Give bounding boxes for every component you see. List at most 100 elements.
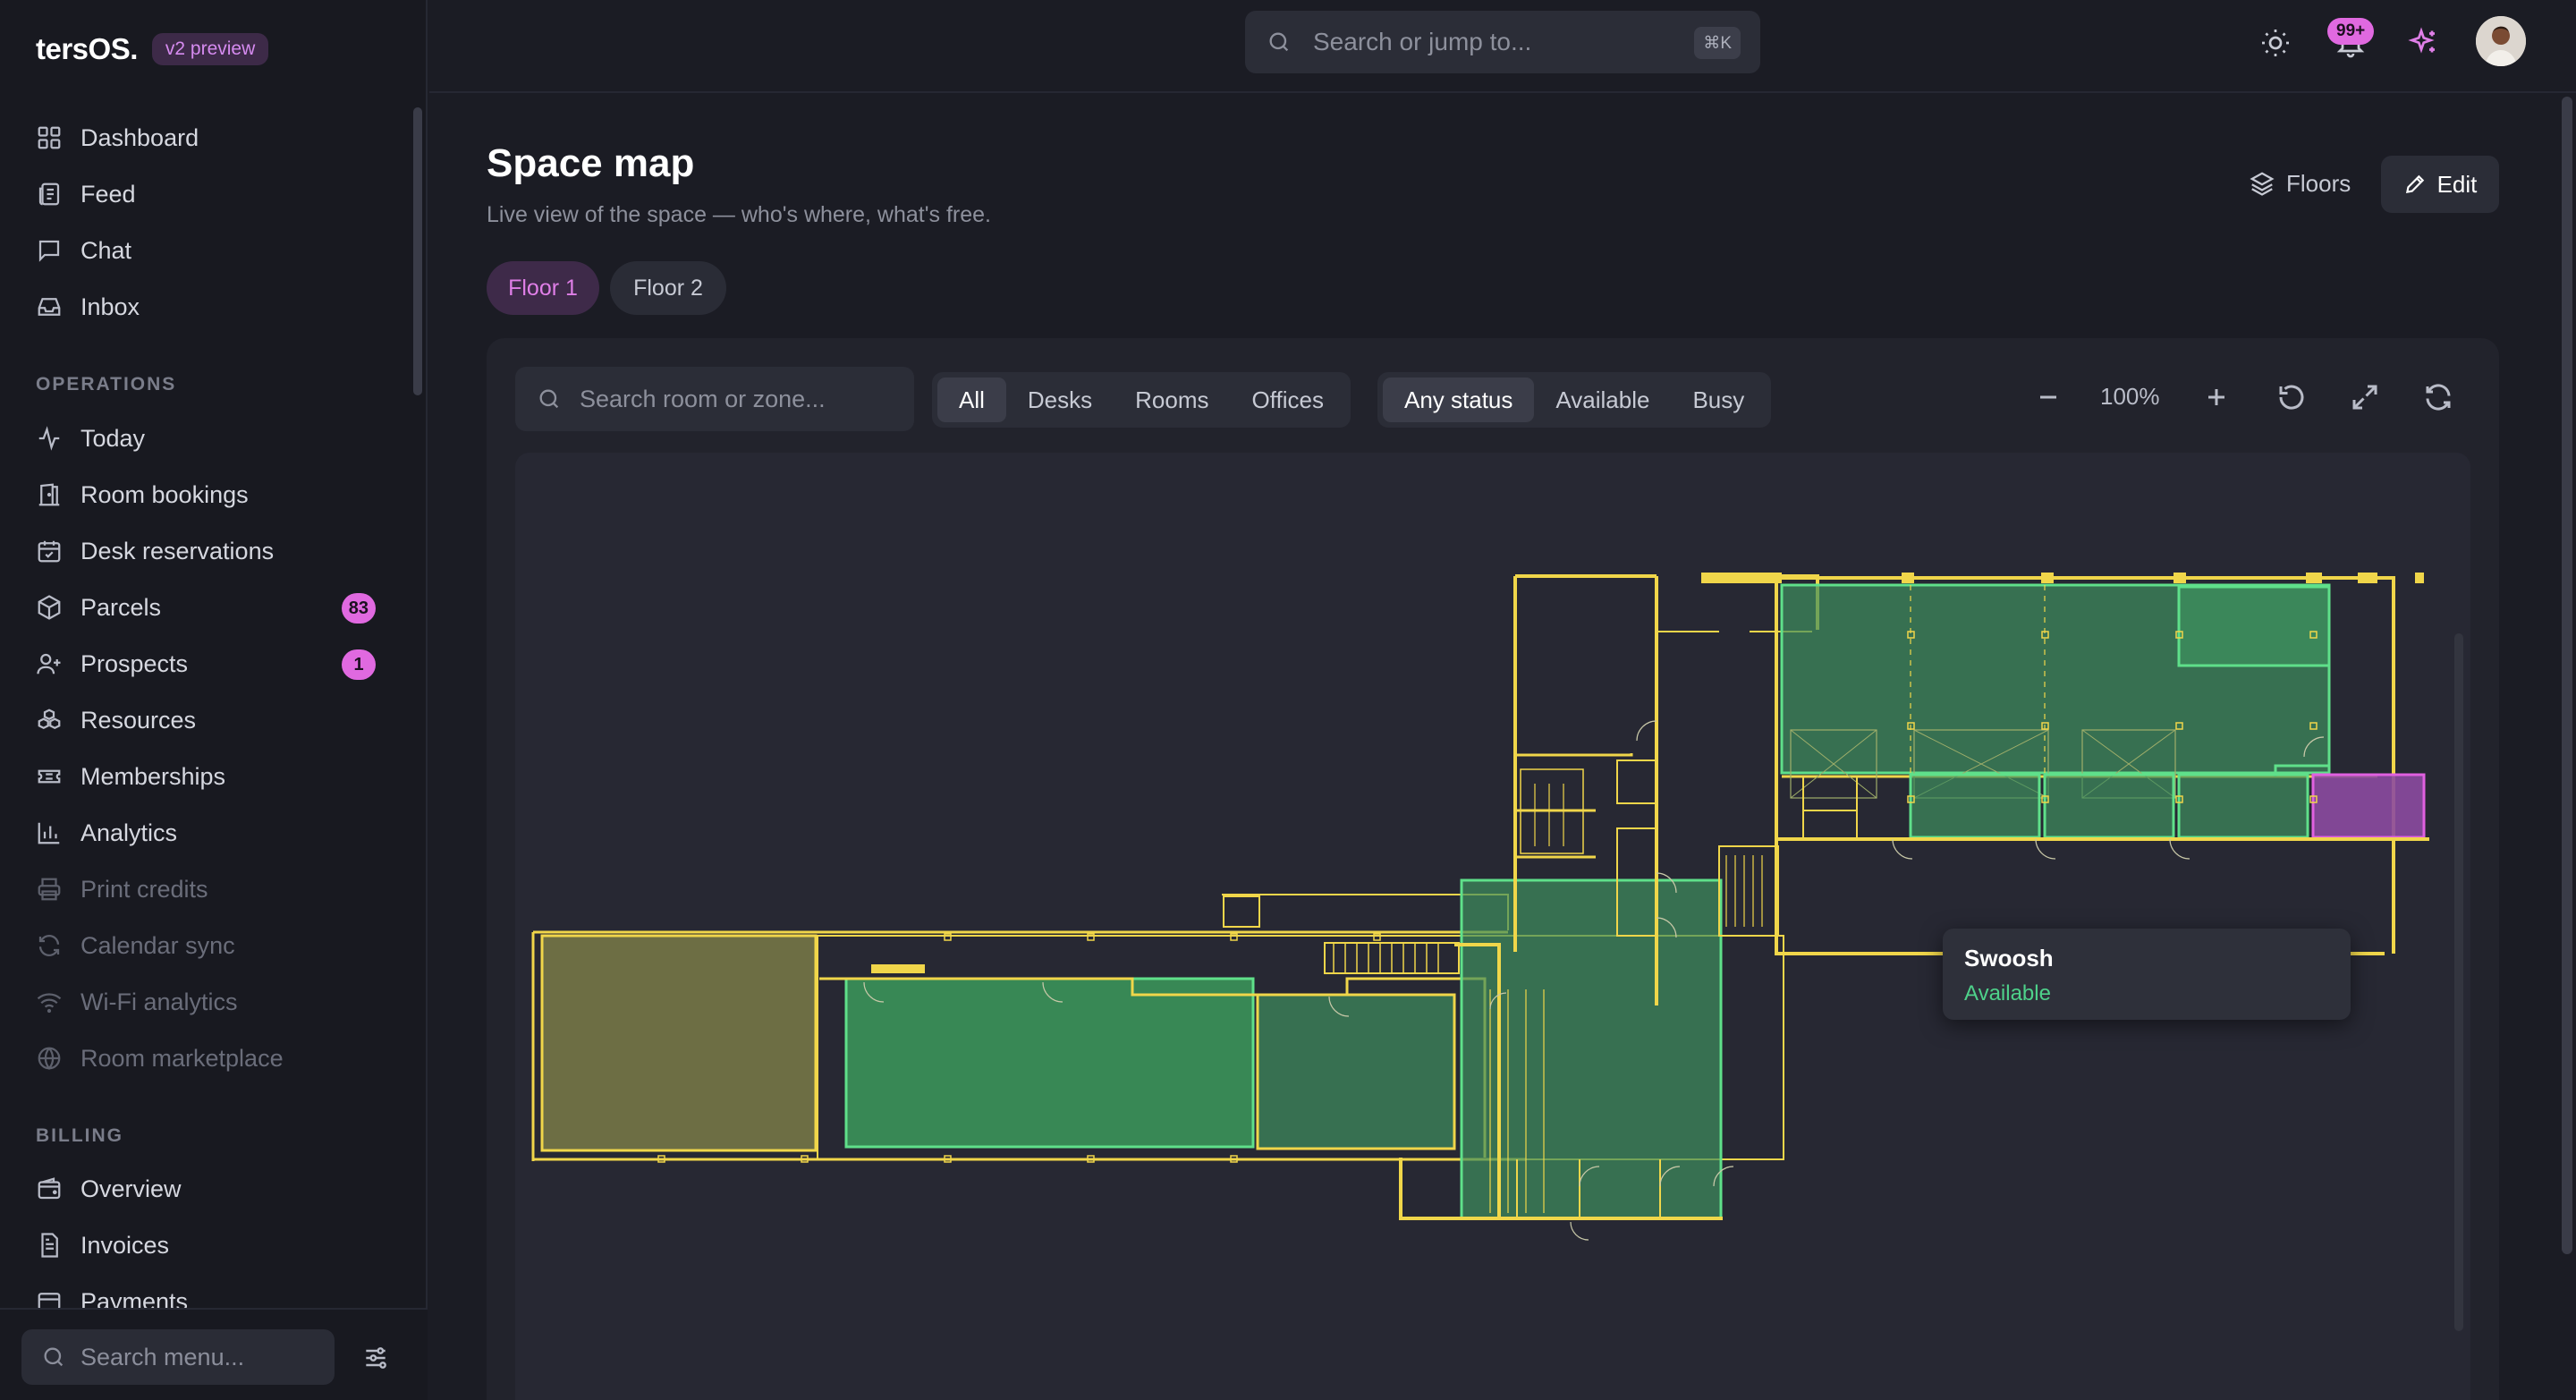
zoom-in-icon[interactable] (2200, 381, 2233, 413)
sidebar-item-chat[interactable]: Chat (36, 231, 376, 270)
room-search-placeholder: Search room or zone... (580, 385, 826, 412)
sidebar-item-label: Overview (80, 1175, 182, 1202)
sidebar-item-parcels[interactable]: Parcels 83 (36, 588, 376, 627)
sidebar-item-inbox[interactable]: Inbox (36, 287, 376, 327)
filter-available[interactable]: Available (1534, 378, 1671, 422)
sidebar: tersOS. v2 preview Dashboard Feed Chat I… (0, 0, 428, 1400)
edit-button[interactable]: Edit (2381, 156, 2499, 213)
bar-chart-icon (38, 822, 60, 844)
sidebar-item-wifi-analytics[interactable]: Wi-Fi analytics (36, 982, 376, 1022)
prospects-count-badge: 1 (342, 649, 376, 680)
filter-any-status[interactable]: Any status (1383, 378, 1535, 422)
sidebar-item-feed[interactable]: Feed (36, 174, 376, 214)
global-search-input[interactable]: Search or jump to... ⌘K (1245, 11, 1760, 73)
section-label-billing: BILLING (36, 1125, 123, 1146)
floor-tab-2[interactable]: Floor 2 (610, 261, 726, 315)
inbox-tray-icon (38, 298, 61, 316)
sidebar-item-label: Prospects (80, 649, 189, 677)
map-scrollbar[interactable] (2454, 633, 2463, 1331)
tooltip-room-name: Swoosh (1964, 945, 2054, 972)
sidebar-item-label: Resources (80, 706, 197, 734)
sidebar-item-room-bookings[interactable]: Room bookings (36, 475, 376, 514)
floor-tab-1[interactable]: Floor 1 (487, 261, 599, 315)
filter-desks[interactable]: Desks (1006, 378, 1114, 422)
chat-bubble-icon (38, 240, 60, 262)
zoom-level: 100% (2100, 383, 2160, 410)
sidebar-item-analytics[interactable]: Analytics (36, 813, 376, 853)
section-label-operations: OPERATIONS (36, 374, 177, 395)
sparkles-icon[interactable] (2408, 27, 2440, 59)
page-scrollbar[interactable] (2562, 97, 2572, 1254)
room-east-small-1[interactable] (1909, 773, 2041, 839)
tooltip-room-status: Available (1964, 981, 2051, 1005)
user-plus-icon (37, 653, 61, 675)
floors-button[interactable]: Floors (2241, 156, 2358, 211)
refresh-icon (38, 935, 60, 956)
wallet-icon (38, 1177, 61, 1200)
type-filter-group: All Desks Rooms Offices (932, 372, 1351, 428)
notifications-count-badge: 99+ (2327, 18, 2375, 45)
room-busy[interactable] (2311, 773, 2426, 839)
sidebar-item-dashboard[interactable]: Dashboard (36, 118, 376, 157)
package-icon (38, 595, 61, 620)
pencil-icon (2405, 174, 2424, 194)
room-search-input[interactable]: Search room or zone... (515, 367, 914, 431)
sidebar-item-label: Today (80, 424, 146, 452)
room-lounge[interactable] (844, 977, 1255, 1149)
sidebar-item-resources[interactable]: Resources (36, 700, 376, 740)
sidebar-item-label: Inbox (80, 293, 140, 320)
refresh-icon[interactable] (2422, 381, 2454, 413)
menu-search-input[interactable]: Search menu... (21, 1329, 335, 1385)
sidebar-item-billing-overview[interactable]: Overview (36, 1169, 376, 1209)
sidebar-item-desk-reservations[interactable]: Desk reservations (36, 531, 376, 571)
boxes-icon (38, 708, 61, 730)
room-west-reserved[interactable] (540, 934, 818, 1152)
sun-icon[interactable] (2259, 27, 2292, 59)
reset-view-icon[interactable] (2275, 381, 2308, 413)
room-east-small-2[interactable] (2043, 773, 2175, 839)
filter-all[interactable]: All (937, 378, 1006, 422)
status-filter-group: Any status Available Busy (1377, 372, 1772, 428)
layers-icon (2250, 172, 2275, 196)
room-studio[interactable] (1256, 993, 1456, 1150)
search-icon (44, 1347, 64, 1367)
door-icon (38, 483, 60, 506)
sidebar-item-label: Print credits (80, 875, 208, 903)
search-icon (539, 389, 559, 409)
sidebar-item-prospects[interactable]: Prospects 1 (36, 644, 376, 683)
filter-rooms[interactable]: Rooms (1114, 378, 1230, 422)
wifi-icon (37, 993, 62, 1014)
sidebar-item-label: Feed (80, 180, 136, 208)
filter-offices[interactable]: Offices (1231, 378, 1345, 422)
sidebar-scrollbar[interactable] (413, 107, 422, 395)
top-bar: Search or jump to... ⌘K 99+ (429, 0, 2576, 93)
sidebar-item-label: Room bookings (80, 480, 249, 508)
global-search-placeholder: Search or jump to... (1313, 28, 1532, 55)
sidebar-item-label: Room marketplace (80, 1044, 284, 1072)
sidebar-item-print-credits[interactable]: Print credits (36, 870, 376, 909)
zoom-out-icon[interactable] (2032, 381, 2064, 413)
filter-busy[interactable]: Busy (1671, 378, 1766, 422)
sidebar-item-label: Chat (80, 236, 132, 264)
sidebar-footer: Search menu... (0, 1308, 428, 1400)
sidebar-item-memberships[interactable]: Memberships (36, 757, 376, 796)
floors-button-label: Floors (2286, 169, 2351, 197)
floor-plan-canvas[interactable] (515, 453, 2470, 1400)
sidebar-item-calendar-sync[interactable]: Calendar sync (36, 926, 376, 965)
sidebar-item-label: Analytics (80, 819, 178, 846)
brand[interactable]: tersOS. v2 preview (36, 32, 269, 66)
fullscreen-icon[interactable] (2349, 381, 2381, 413)
sidebar-item-label: Desk reservations (80, 537, 275, 564)
user-avatar[interactable] (2476, 16, 2526, 66)
menu-search-placeholder: Search menu... (80, 1343, 245, 1370)
version-badge: v2 preview (151, 33, 269, 65)
page-subtitle: Live view of the space — who's where, wh… (487, 202, 991, 227)
room-east-small-3[interactable] (2177, 773, 2309, 839)
room-east-meeting[interactable] (2177, 585, 2331, 667)
sidebar-item-today[interactable]: Today (36, 419, 376, 458)
sliders-icon[interactable] (361, 1344, 390, 1372)
feed-icon (38, 182, 60, 206)
page-title: Space map (487, 141, 695, 185)
sidebar-item-room-marketplace[interactable]: Room marketplace (36, 1039, 376, 1078)
sidebar-item-invoices[interactable]: Invoices (36, 1226, 376, 1265)
